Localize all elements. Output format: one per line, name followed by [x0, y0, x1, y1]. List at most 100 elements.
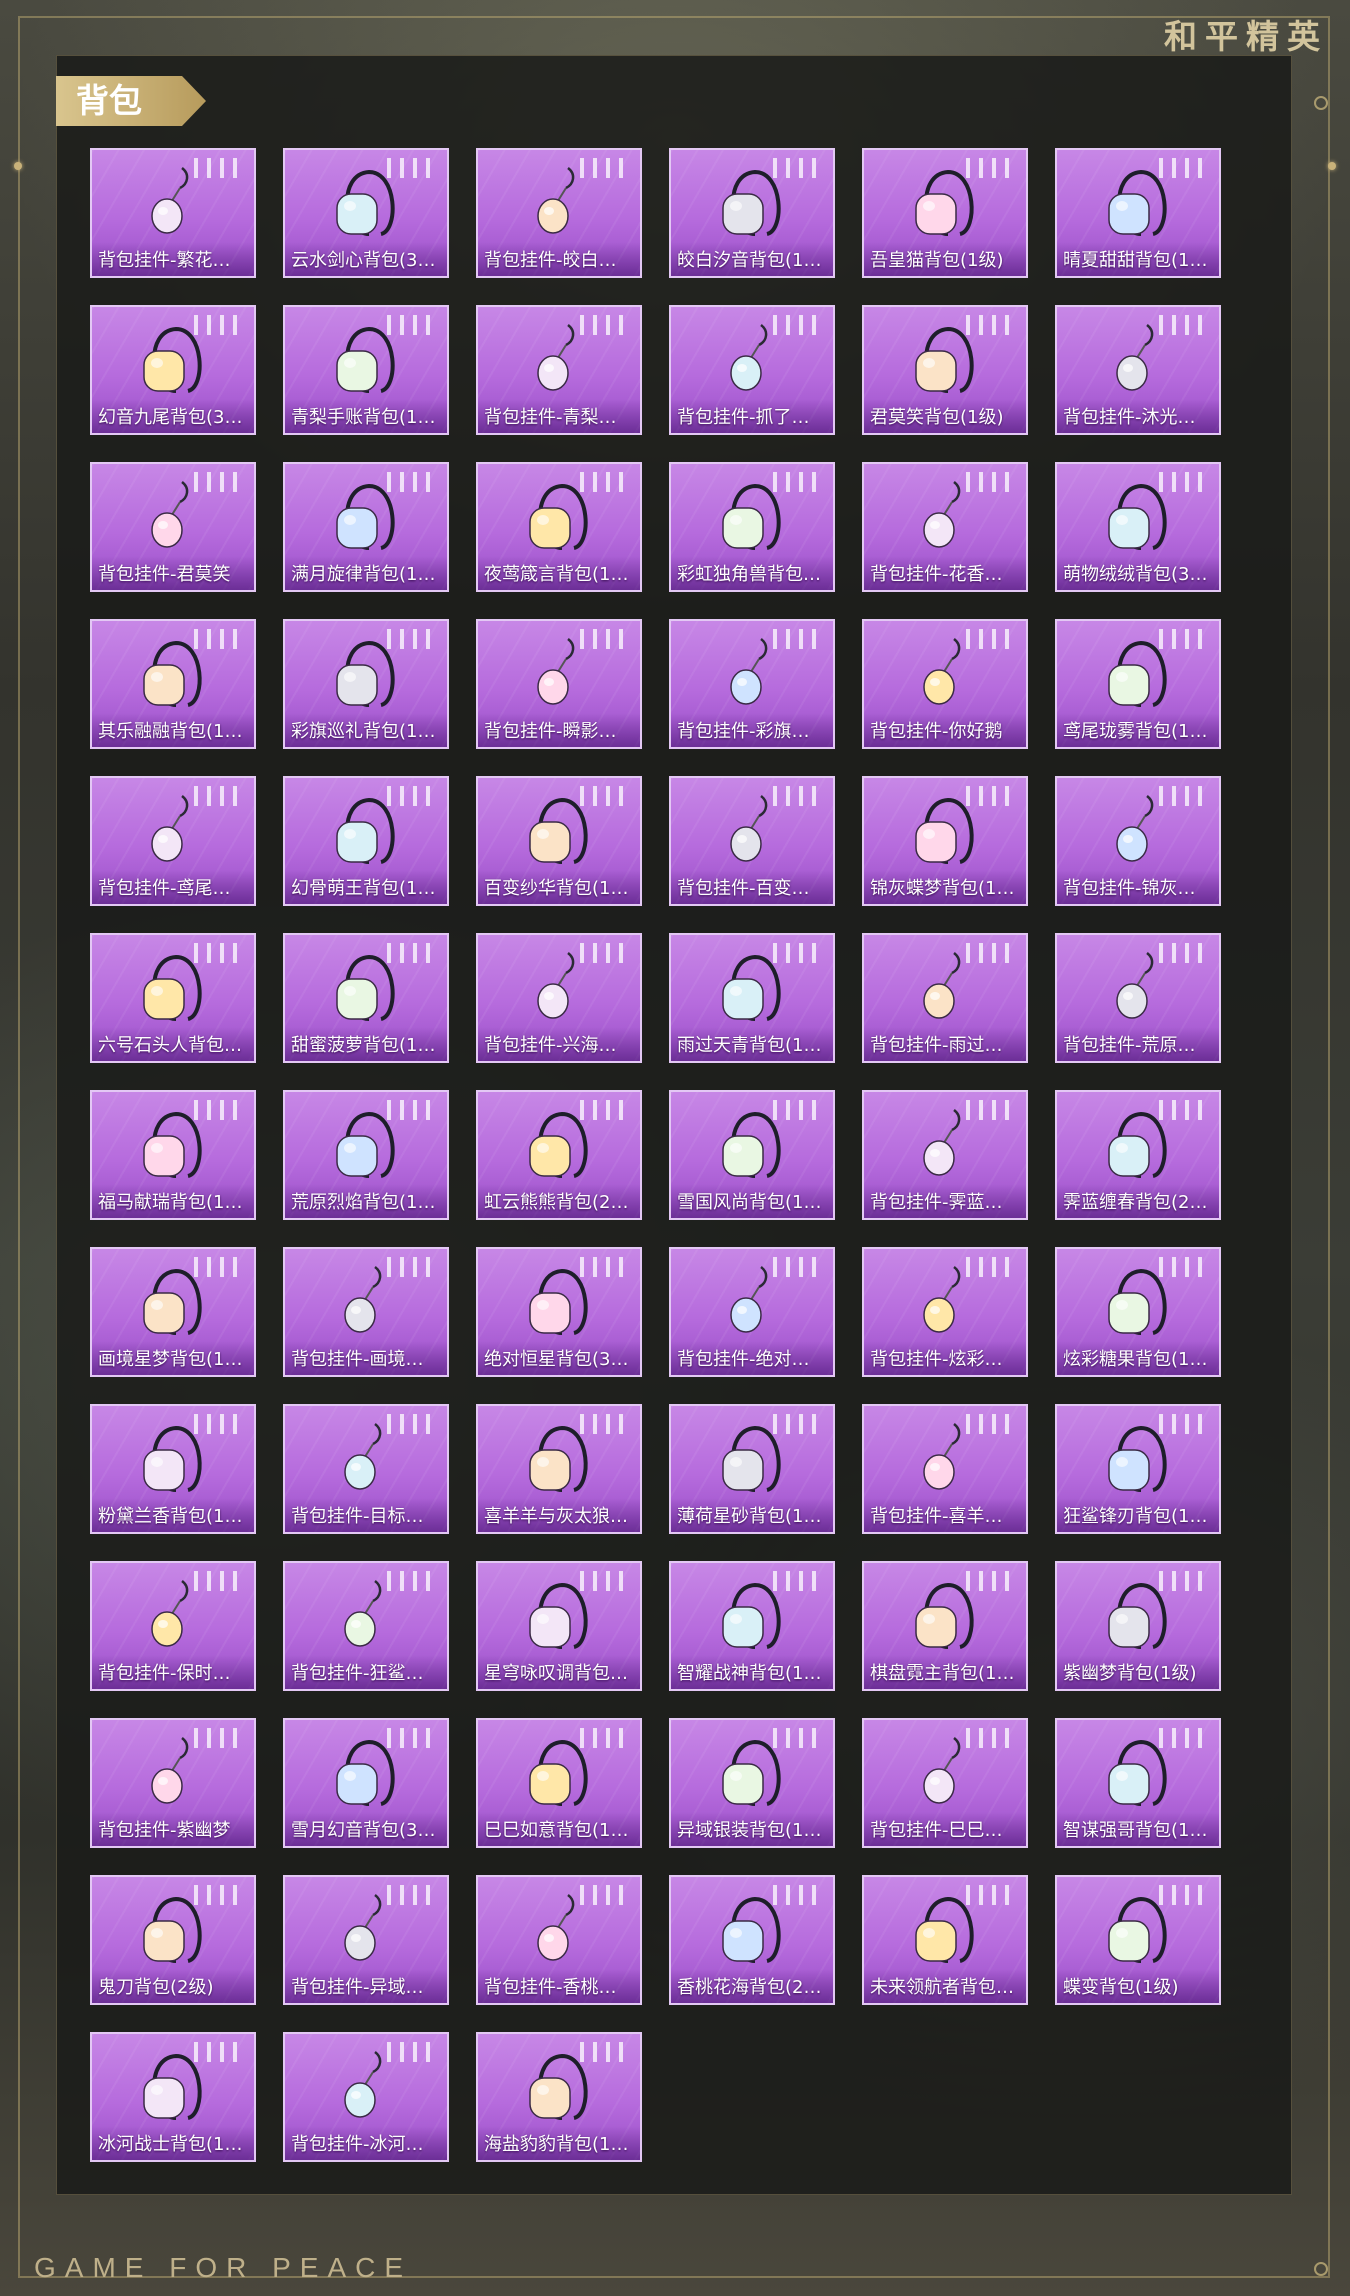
star-pendant-icon [1116, 952, 1154, 1019]
item-card[interactable]: 绝对恒星背包(3… [476, 1247, 642, 1377]
pendant-icon [730, 1266, 768, 1333]
pendant-icon [151, 795, 189, 862]
item-card[interactable]: 百变纱华背包(1… [476, 776, 642, 906]
item-card[interactable]: 背包挂件-君莫笑 [90, 462, 256, 592]
item-card[interactable]: 锦灰蝶梦背包(1… [862, 776, 1028, 906]
backpack-icon [915, 326, 974, 393]
item-card[interactable]: 鬼刀背包(2级) [90, 1875, 256, 2005]
item-card[interactable]: 背包挂件-炫彩… [862, 1247, 1028, 1377]
backpack-icon [336, 1739, 395, 1806]
item-card[interactable]: 夜莺箴言背包(1… [476, 462, 642, 592]
item-card[interactable]: 背包挂件-异域… [283, 1875, 449, 2005]
item-card[interactable]: 背包挂件-狂鲨… [283, 1561, 449, 1691]
item-card[interactable]: 背包挂件-繁花… [90, 148, 256, 278]
item-card[interactable]: 背包挂件-保时… [90, 1561, 256, 1691]
item-label: 霁蓝缠春背包(2… [1063, 1192, 1208, 1213]
item-label: 智耀战神背包(1… [677, 1663, 822, 1684]
pendant-icon [1116, 795, 1154, 862]
backpack-icon [529, 797, 588, 864]
item-card[interactable]: 吾皇猫背包(1级) [862, 148, 1028, 278]
item-card[interactable]: 画境星梦背包(1… [90, 1247, 256, 1377]
item-card[interactable]: 冰河战士背包(1… [90, 2032, 256, 2162]
item-card[interactable]: 背包挂件-画境… [283, 1247, 449, 1377]
backpack-icon [143, 1111, 202, 1178]
item-card[interactable]: 背包挂件-紫幽梦 [90, 1718, 256, 1848]
item-card[interactable]: 六号石头人背包… [90, 933, 256, 1063]
item-card[interactable]: 霁蓝缠春背包(2… [1055, 1090, 1221, 1220]
item-card[interactable]: 背包挂件-巳巳… [862, 1718, 1028, 1848]
item-card[interactable]: 晴夏甜甜背包(1… [1055, 148, 1221, 278]
item-card[interactable]: 棋盘霓主背包(1… [862, 1561, 1028, 1691]
item-card[interactable]: 雪月幻音背包(3… [283, 1718, 449, 1848]
item-card[interactable]: 蝶变背包(1级) [1055, 1875, 1221, 2005]
item-card[interactable]: 海盐豹豹背包(1… [476, 2032, 642, 2162]
item-card[interactable]: 背包挂件-雨过… [862, 933, 1028, 1063]
item-card[interactable]: 彩虹独角兽背包… [669, 462, 835, 592]
item-card[interactable]: 异域银装背包(1… [669, 1718, 835, 1848]
item-card[interactable]: 背包挂件-你好鹅 [862, 619, 1028, 749]
backpack-icon [529, 483, 588, 550]
item-card[interactable]: 背包挂件-绝对… [669, 1247, 835, 1377]
item-card[interactable]: 满月旋律背包(1… [283, 462, 449, 592]
item-card[interactable]: 青梨手账背包(1… [283, 305, 449, 435]
frame-ornament-bottom-right [1314, 2262, 1328, 2276]
item-card[interactable]: 幻骨萌王背包(1… [283, 776, 449, 906]
item-card[interactable]: 星穹咏叹调背包… [476, 1561, 642, 1691]
item-label: 满月旋律背包(1… [291, 564, 436, 585]
item-card[interactable]: 福马献瑞背包(1… [90, 1090, 256, 1220]
item-card[interactable]: 幻音九尾背包(3… [90, 305, 256, 435]
cat-backpack-icon [915, 169, 974, 236]
item-card[interactable]: 未来领航者背包… [862, 1875, 1028, 2005]
backpack-icon [915, 1582, 974, 1649]
item-card[interactable]: 粉黛兰香背包(1… [90, 1404, 256, 1534]
item-card[interactable]: 背包挂件-皎白… [476, 148, 642, 278]
item-card[interactable]: 背包挂件-目标… [283, 1404, 449, 1534]
item-card[interactable]: 背包挂件-沐光… [1055, 305, 1221, 435]
pendant-icon [537, 167, 575, 234]
item-card[interactable]: 紫幽梦背包(1级) [1055, 1561, 1221, 1691]
item-card[interactable]: 荒原烈焰背包(1… [283, 1090, 449, 1220]
umbrella-pendant-icon [151, 481, 189, 548]
item-card[interactable]: 背包挂件-抓了… [669, 305, 835, 435]
item-card[interactable]: 背包挂件-荒原… [1055, 933, 1221, 1063]
item-label: 鸢尾珑雾背包(1… [1063, 721, 1208, 742]
item-card[interactable]: 智耀战神背包(1… [669, 1561, 835, 1691]
item-card[interactable]: 狂鲨锋刃背包(1… [1055, 1404, 1221, 1534]
cat-pendant-icon [1116, 324, 1154, 391]
item-card[interactable]: 巳巳如意背包(1… [476, 1718, 642, 1848]
item-card[interactable]: 炫彩糖果背包(1… [1055, 1247, 1221, 1377]
item-card[interactable]: 背包挂件-百变… [669, 776, 835, 906]
item-card[interactable]: 雪国风尚背包(1… [669, 1090, 835, 1220]
item-label: 吾皇猫背包(1级) [870, 250, 1004, 271]
item-card[interactable]: 喜羊羊与灰太狼… [476, 1404, 642, 1534]
item-card[interactable]: 智谋强哥背包(1… [1055, 1718, 1221, 1848]
item-label: 背包挂件-巳巳… [870, 1820, 1003, 1841]
item-card[interactable]: 彩旗巡礼背包(1… [283, 619, 449, 749]
item-card[interactable]: 虹云熊熊背包(2… [476, 1090, 642, 1220]
item-card[interactable]: 其乐融融背包(1… [90, 619, 256, 749]
item-label: 虹云熊熊背包(2… [484, 1192, 629, 1213]
item-card[interactable]: 香桃花海背包(2… [669, 1875, 835, 2005]
item-card[interactable]: 皎白汐音背包(1… [669, 148, 835, 278]
item-card[interactable]: 背包挂件-瞬影… [476, 619, 642, 749]
item-label: 粉黛兰香背包(1… [98, 1506, 243, 1527]
item-card[interactable]: 背包挂件-青梨… [476, 305, 642, 435]
item-card[interactable]: 背包挂件-锦灰… [1055, 776, 1221, 906]
item-card[interactable]: 雨过天青背包(1… [669, 933, 835, 1063]
item-card[interactable]: 背包挂件-喜羊… [862, 1404, 1028, 1534]
item-card[interactable]: 云水剑心背包(3… [283, 148, 449, 278]
item-card[interactable]: 萌物绒绒背包(3… [1055, 462, 1221, 592]
item-card[interactable]: 背包挂件-彩旗… [669, 619, 835, 749]
item-card[interactable]: 背包挂件-霁蓝… [862, 1090, 1028, 1220]
item-card[interactable]: 薄荷星砂背包(1… [669, 1404, 835, 1534]
item-card[interactable]: 背包挂件-花香… [862, 462, 1028, 592]
item-card[interactable]: 君莫笑背包(1级) [862, 305, 1028, 435]
item-card[interactable]: 背包挂件-鸢尾… [90, 776, 256, 906]
item-card[interactable]: 背包挂件-冰河… [283, 2032, 449, 2162]
item-card[interactable]: 背包挂件-兴海… [476, 933, 642, 1063]
frame-dot-left [14, 162, 22, 170]
backpack-icon [529, 1582, 588, 1649]
item-card[interactable]: 甜蜜菠萝背包(1… [283, 933, 449, 1063]
item-card[interactable]: 背包挂件-香桃… [476, 1875, 642, 2005]
item-card[interactable]: 鸢尾珑雾背包(1… [1055, 619, 1221, 749]
